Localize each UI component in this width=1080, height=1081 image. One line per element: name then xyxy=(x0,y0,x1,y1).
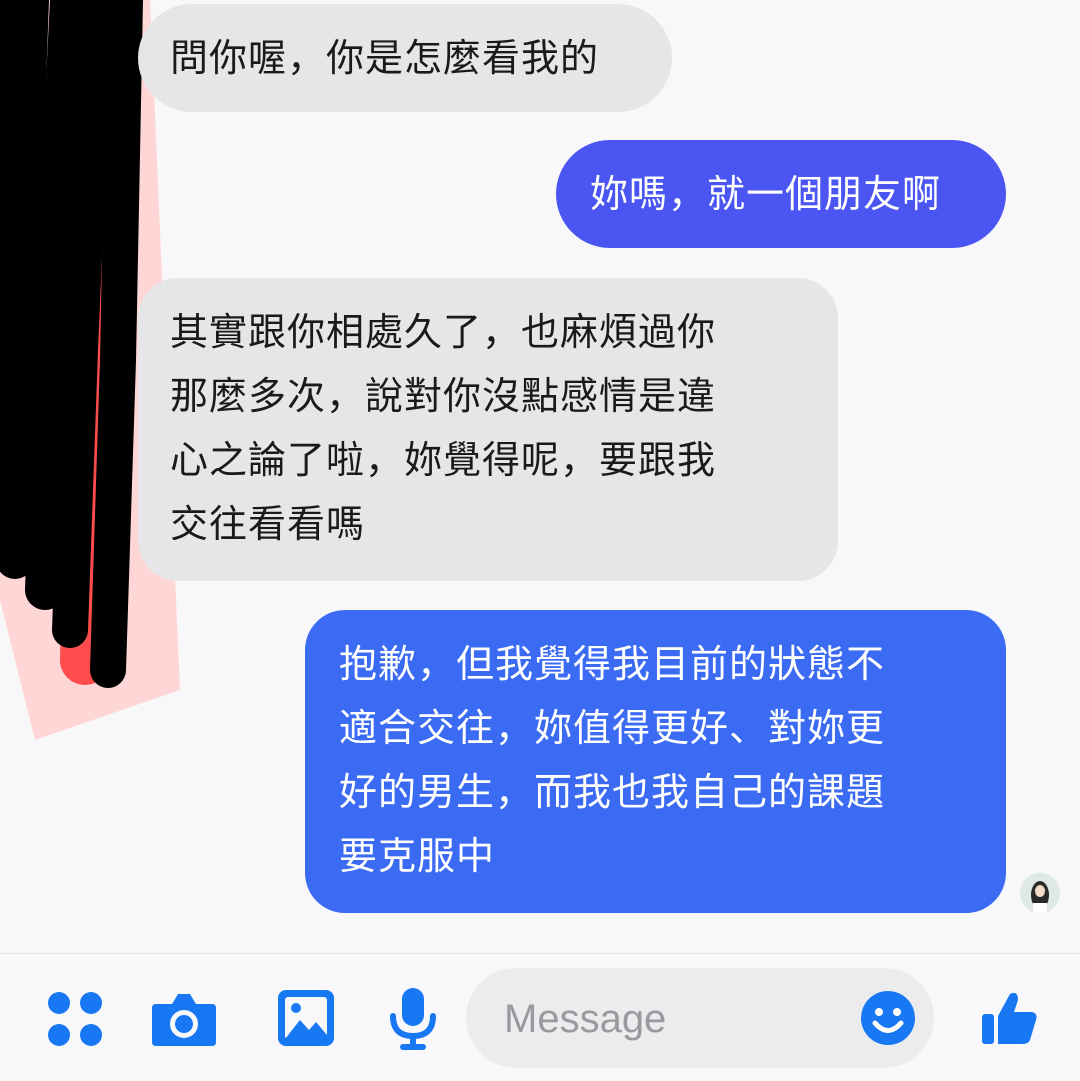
image-icon[interactable] xyxy=(276,988,336,1048)
message-text: 妳嗎，就一個朋友啊 xyxy=(590,172,942,216)
message-bubble-outgoing[interactable]: 妳嗎，就一個朋友啊 xyxy=(556,140,1006,248)
read-receipt-avatar xyxy=(1020,873,1060,913)
apps-grid-icon[interactable] xyxy=(46,990,104,1048)
message-text: 抱歉，但我覺得我目前的狀態不 適合交往，妳值得更好、對妳更 好的男生，而我也我自… xyxy=(339,642,886,878)
message-bubble-incoming[interactable]: 其實跟你相處久了，也麻煩過你 那麼多次，說對你沒點感情是違 心之論了啦，妳覺得呢… xyxy=(138,278,838,581)
message-text: 其實跟你相處久了，也麻煩過你 那麼多次，說對你沒點感情是違 心之論了啦，妳覺得呢… xyxy=(170,310,717,546)
message-bubble-incoming[interactable]: 問你喔，你是怎麼看我的 xyxy=(138,4,672,112)
message-text: 問你喔，你是怎麼看我的 xyxy=(170,36,600,80)
message-input[interactable] xyxy=(502,992,836,1046)
camera-icon[interactable] xyxy=(150,990,218,1048)
composer-bar xyxy=(0,953,1080,1081)
emoji-icon[interactable] xyxy=(860,990,916,1046)
message-input-box[interactable] xyxy=(466,968,934,1068)
message-bubble-outgoing[interactable]: 抱歉，但我覺得我目前的狀態不 適合交往，妳值得更好、對妳更 好的男生，而我也我自… xyxy=(305,610,1006,913)
avatar-picture xyxy=(1020,873,1060,913)
microphone-icon[interactable] xyxy=(388,986,438,1052)
thumbs-up-icon[interactable] xyxy=(980,988,1040,1048)
